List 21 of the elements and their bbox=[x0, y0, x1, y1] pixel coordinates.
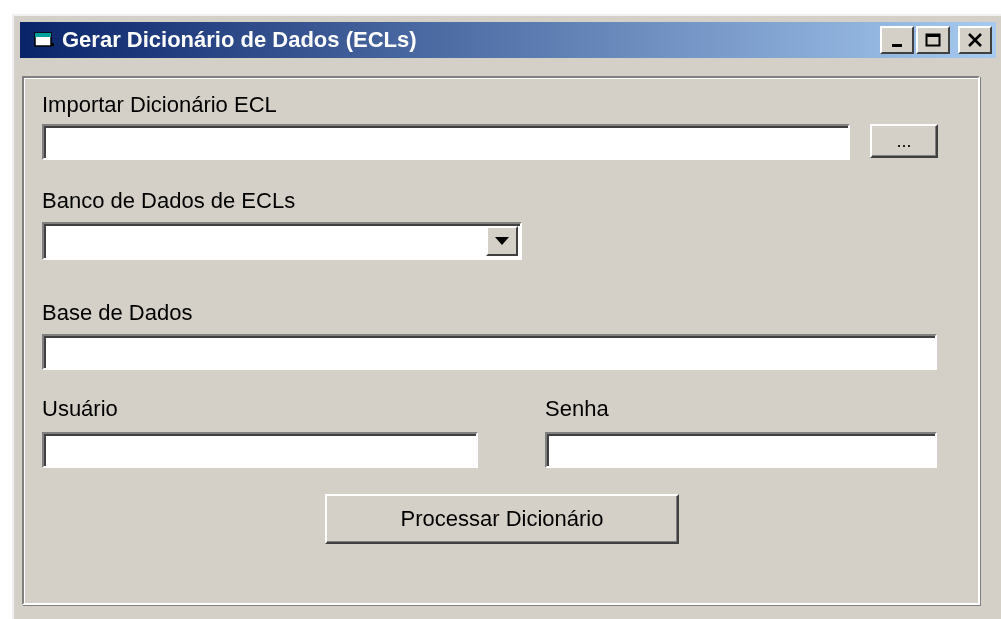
database-dropdown[interactable] bbox=[42, 222, 522, 260]
field-label: Banco de Dados de ECLs bbox=[42, 188, 296, 214]
import-file-field[interactable] bbox=[42, 124, 850, 160]
window-icon bbox=[34, 31, 56, 49]
close-icon bbox=[967, 33, 983, 47]
maximize-button[interactable] bbox=[916, 26, 950, 54]
field-label: Importar Dicionário ECL bbox=[42, 92, 277, 118]
minimize-icon bbox=[892, 43, 902, 47]
field-label: Base de Dados bbox=[42, 300, 193, 326]
field-label: Senha bbox=[545, 396, 609, 422]
maximize-icon bbox=[925, 33, 941, 47]
user-field[interactable] bbox=[42, 432, 478, 468]
close-button[interactable] bbox=[958, 26, 992, 54]
database-field[interactable] bbox=[42, 334, 937, 370]
field-label: Usuário bbox=[42, 396, 118, 422]
browse-button[interactable]: ... bbox=[870, 124, 938, 158]
window-title: Gerar Dicionário de Dados (ECLs) bbox=[62, 27, 418, 53]
minimize-button[interactable] bbox=[880, 26, 914, 54]
process-button[interactable]: Processar Dicionário bbox=[325, 494, 679, 544]
password-field[interactable] bbox=[545, 432, 937, 468]
dropdown-arrow-icon bbox=[495, 237, 509, 245]
